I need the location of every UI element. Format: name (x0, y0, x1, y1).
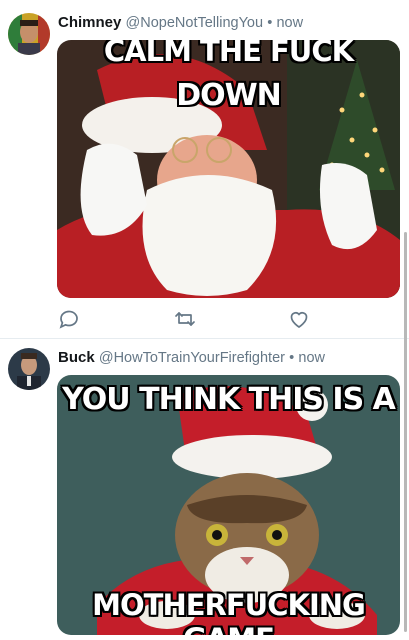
timestamp[interactable]: now (298, 350, 325, 366)
timestamp[interactable]: now (276, 15, 303, 31)
user-handle[interactable]: @HowToTrainYourFirefighter (99, 350, 285, 366)
reply-icon[interactable] (57, 307, 81, 331)
separator-dot: • (267, 15, 273, 31)
meme-caption-top: CALM THE FUCK (103, 40, 354, 68)
tweet-header: Chimney @NopeNotTellingYou • now (58, 14, 303, 31)
meme-caption-bottom: MOTHERFUCKING GAME (92, 588, 366, 635)
like-icon[interactable] (287, 307, 311, 331)
tweet-chimney[interactable]: Chimney @NopeNotTellingYou • now CALM TH… (0, 0, 409, 340)
meme-caption-top: YOU THINK THIS IS A (62, 382, 396, 417)
tweet-actions (57, 307, 317, 331)
avatar[interactable] (8, 348, 50, 390)
tweet-media-image[interactable]: CALM THE FUCK DOWN (57, 40, 400, 298)
user-handle[interactable]: @NopeNotTellingYou (126, 15, 264, 31)
tweet-divider (0, 338, 409, 339)
retweet-icon[interactable] (173, 307, 197, 331)
display-name[interactable]: Chimney (58, 14, 121, 31)
scrollbar[interactable] (404, 232, 407, 632)
tweet-buck[interactable]: Buck @HowToTrainYourFirefighter • now YO… (0, 340, 409, 640)
tweet-header: Buck @HowToTrainYourFirefighter • now (58, 349, 325, 366)
tweet-media-image[interactable]: YOU THINK THIS IS A MOTHERFUCKING GAME (57, 375, 400, 635)
display-name[interactable]: Buck (58, 349, 95, 366)
avatar[interactable] (8, 13, 50, 55)
meme-caption-second-line: DOWN (176, 78, 282, 113)
separator-dot: • (289, 350, 295, 366)
